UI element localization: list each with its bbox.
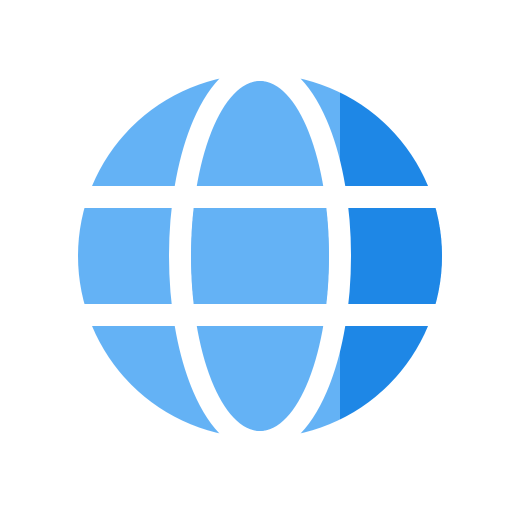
center-fill-mid	[191, 208, 329, 304]
latitude-gap-top	[60, 186, 460, 208]
icon-canvas	[0, 0, 512, 512]
latitude-gap-bottom	[60, 304, 460, 326]
globe-icon	[0, 0, 512, 512]
globe-svg	[60, 59, 460, 453]
